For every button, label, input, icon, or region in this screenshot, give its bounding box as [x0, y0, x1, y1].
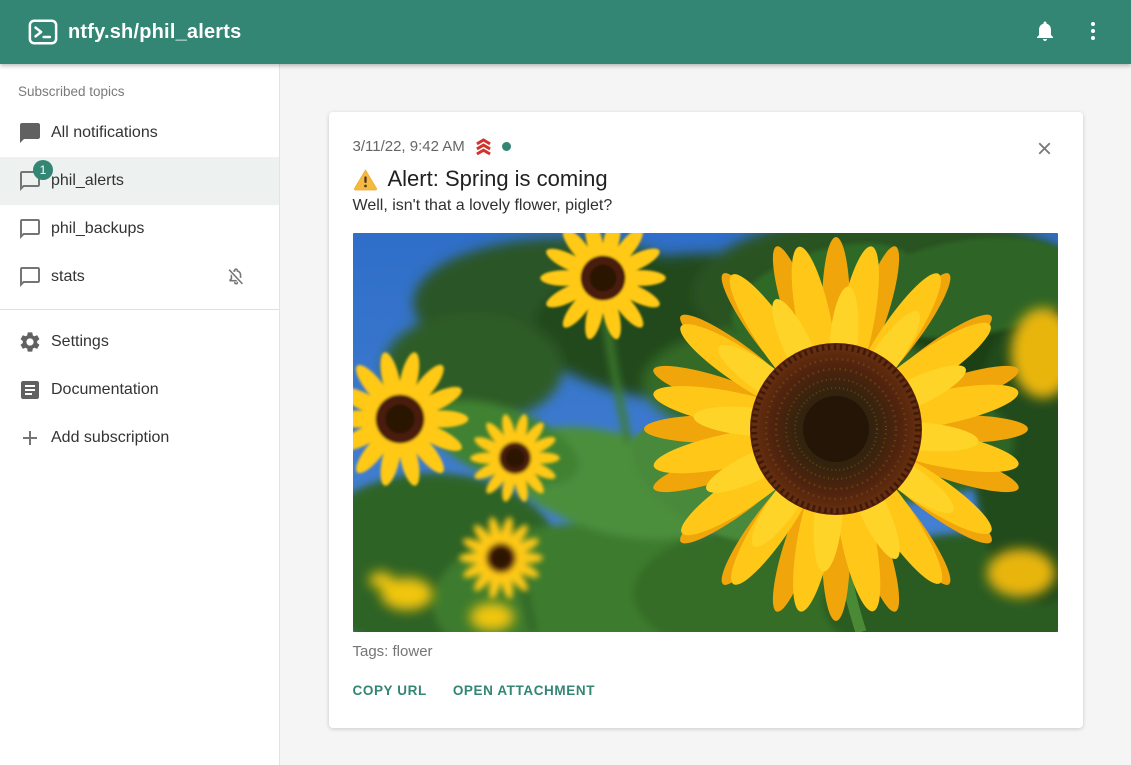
- sidebar-item-phil-alerts[interactable]: 1 phil_alerts: [0, 157, 279, 205]
- chat-bubble-outline-icon: [18, 217, 42, 241]
- unread-count-badge: 1: [33, 160, 53, 180]
- notification-body: Well, isn't that a lovely flower, piglet…: [353, 197, 1059, 215]
- sidebar-item-label: phil_alerts: [51, 172, 124, 190]
- chat-bubble-outline-icon: [18, 265, 42, 289]
- notifications-bell-button[interactable]: [1021, 8, 1069, 56]
- settings-gear-icon: [18, 330, 42, 354]
- terminal-logo-icon: [28, 17, 58, 47]
- copy-url-button[interactable]: COPY URL: [353, 679, 427, 702]
- main-content: 3/11/22, 9:42 AM: [280, 64, 1131, 765]
- subscribed-topics-label: Subscribed topics: [0, 66, 279, 109]
- sidebar-item-settings[interactable]: Settings: [0, 318, 279, 366]
- notifications-off-icon: [225, 266, 247, 288]
- notification-actions: COPY URL OPEN ATTACHMENT: [353, 679, 1059, 702]
- sidebar-item-label: Documentation: [51, 381, 159, 399]
- chat-bubble-filled-icon: [18, 121, 42, 145]
- timestamp: 3/11/22, 9:42 AM: [353, 138, 465, 155]
- notification-title: Alert: Spring is coming: [388, 166, 608, 192]
- sidebar-item-documentation[interactable]: Documentation: [0, 366, 279, 414]
- sidebar-item-label: stats: [51, 268, 85, 286]
- sidebar-item-stats[interactable]: stats: [0, 253, 279, 301]
- notifications-bell-icon: [1033, 19, 1057, 46]
- sidebar-item-label: phil_backups: [51, 220, 144, 238]
- sidebar: Subscribed topics All notifications 1 ph…: [0, 64, 280, 765]
- app-title: ntfy.sh/phil_alerts: [68, 21, 241, 44]
- plus-icon: [18, 426, 42, 450]
- close-icon: [1034, 138, 1055, 162]
- notification-tags: Tags: flower: [353, 643, 1059, 660]
- warning-icon: [353, 167, 378, 192]
- notification-card: 3/11/22, 9:42 AM: [329, 112, 1083, 728]
- sidebar-item-all-notifications[interactable]: All notifications: [0, 109, 279, 157]
- sidebar-item-label: All notifications: [51, 124, 158, 142]
- app-bar: ntfy.sh/phil_alerts: [0, 0, 1131, 64]
- overflow-menu-icon: [1081, 19, 1105, 46]
- chat-bubble-outline-icon: 1: [18, 169, 42, 193]
- document-icon: [18, 378, 42, 402]
- overflow-menu-button[interactable]: [1069, 8, 1117, 56]
- sidebar-item-label: Add subscription: [51, 429, 169, 447]
- close-button[interactable]: [1031, 136, 1059, 164]
- unread-dot: [502, 142, 511, 151]
- attachment-image[interactable]: [353, 233, 1058, 632]
- sidebar-item-label: Settings: [51, 333, 109, 351]
- priority-max-icon: [473, 136, 494, 157]
- notification-title-row: Alert: Spring is coming: [353, 166, 1059, 192]
- sidebar-item-phil-backups[interactable]: phil_backups: [0, 205, 279, 253]
- sidebar-divider: [0, 309, 279, 310]
- open-attachment-button[interactable]: OPEN ATTACHMENT: [453, 679, 595, 702]
- sidebar-item-add-subscription[interactable]: Add subscription: [0, 414, 279, 462]
- notification-meta: 3/11/22, 9:42 AM: [353, 136, 1059, 157]
